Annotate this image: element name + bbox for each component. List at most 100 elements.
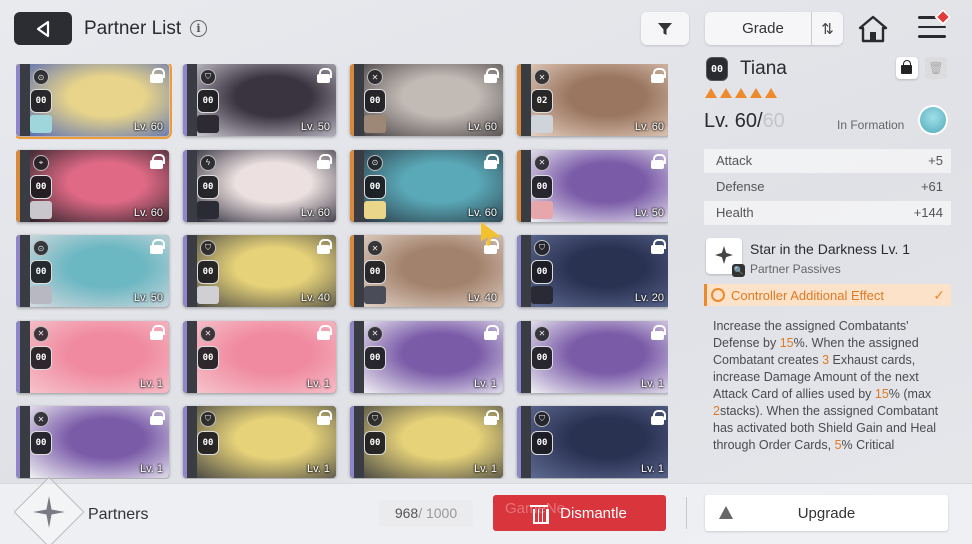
stat-health: Health +144 xyxy=(704,201,951,225)
lock-icon[interactable] xyxy=(150,153,165,169)
grade-stripe xyxy=(350,64,354,136)
combatant-chip xyxy=(364,200,386,219)
dismantle-button[interactable]: Dismantle xyxy=(493,495,666,531)
partner-card[interactable]: ⛉ 00 Lv. 50 xyxy=(183,64,336,136)
star-icon xyxy=(765,88,777,98)
partner-card[interactable]: ⛉ 00 Lv. 20 xyxy=(517,235,668,308)
partner-level: Lv. 50 xyxy=(300,121,330,133)
lock-icon[interactable] xyxy=(896,57,918,79)
partner-card[interactable]: ✕ 00 Lv. 60 xyxy=(350,64,503,136)
lock-icon[interactable] xyxy=(651,410,666,426)
grade-stripe xyxy=(350,149,354,222)
grade-stripe xyxy=(16,406,20,479)
partner-level: Lv. 1 xyxy=(640,463,664,476)
skill-icon[interactable]: 🔍 xyxy=(706,238,745,277)
formation-avatar[interactable] xyxy=(918,105,948,135)
lock-icon[interactable] xyxy=(150,410,165,426)
partner-card[interactable]: ⛉ 00 Lv. 1 xyxy=(517,406,668,479)
partner-card[interactable]: ✕ 00 Lv. 1 xyxy=(517,320,668,393)
combatant-chip xyxy=(531,286,553,305)
partner-card[interactable]: ✕ 00 Lv. 40 xyxy=(350,235,503,308)
partner-badge: 00 xyxy=(364,345,386,370)
partner-badge: 00 xyxy=(531,260,553,285)
combatant-chip xyxy=(197,115,219,133)
combatant-chip xyxy=(364,115,386,133)
grade-label: Grade xyxy=(742,20,784,37)
partner-card[interactable]: ✕ 00 Lv. 50 xyxy=(517,149,668,222)
divider xyxy=(686,497,687,529)
lock-icon[interactable] xyxy=(317,153,332,169)
partner-level: Lv. 1 xyxy=(139,377,163,390)
highlight-value: 5 xyxy=(834,438,842,452)
info-icon[interactable]: i xyxy=(190,20,207,37)
star-icon xyxy=(735,88,747,98)
partner-badge: 00 xyxy=(364,174,386,199)
partner-badge: 00 xyxy=(531,174,553,199)
lock-icon[interactable] xyxy=(484,153,499,169)
support-role-icon: ⊙ xyxy=(33,69,49,85)
lock-icon[interactable] xyxy=(317,324,332,340)
partner-card[interactable]: ⌖ 00 Lv. 60 xyxy=(16,149,169,222)
home-icon[interactable] xyxy=(858,14,888,44)
partner-badge: 00 xyxy=(30,89,52,113)
grade-stripe xyxy=(350,320,354,393)
grade-stripe xyxy=(183,406,187,479)
partner-card[interactable]: ⊙ 00 Lv. 60 xyxy=(16,64,172,139)
combatant-chip xyxy=(531,200,553,219)
lock-icon[interactable] xyxy=(150,68,165,83)
partner-card[interactable]: ⊙ 00 Lv. 60 xyxy=(350,149,503,222)
filter-button[interactable] xyxy=(641,12,689,45)
grade-stripe xyxy=(517,235,521,308)
partner-level: Lv. 60 xyxy=(634,121,664,133)
combatant-chip xyxy=(30,115,52,133)
partner-card[interactable]: ✕ 00 Lv. 1 xyxy=(183,320,336,393)
partner-card[interactable]: ⛉ 00 Lv. 1 xyxy=(350,406,503,479)
lock-icon[interactable] xyxy=(150,324,165,340)
rarity-stars xyxy=(705,88,777,98)
partner-card[interactable]: ✕ 00 Lv. 1 xyxy=(350,320,503,393)
grade-stripe xyxy=(350,406,354,479)
lock-icon[interactable] xyxy=(651,153,666,169)
lock-icon[interactable] xyxy=(651,239,666,255)
lock-icon[interactable] xyxy=(484,68,499,83)
controller-effect-toggle[interactable]: Controller Additional Effect ✓ xyxy=(704,284,951,306)
grade-stripe xyxy=(183,64,187,136)
lock-icon[interactable] xyxy=(317,239,332,255)
upgrade-button[interactable]: Upgrade xyxy=(705,495,948,531)
lock-icon[interactable] xyxy=(484,324,499,340)
partner-level: Lv. 60 xyxy=(300,206,330,219)
back-button[interactable] xyxy=(14,12,72,45)
grade-stripe xyxy=(183,320,187,393)
lock-icon[interactable] xyxy=(651,68,666,83)
in-formation-label: In Formation xyxy=(837,118,905,132)
combatant-chip xyxy=(30,200,52,219)
partner-level: Lv. 1 xyxy=(473,377,497,390)
partner-badge: 00 xyxy=(30,260,52,285)
lock-icon[interactable] xyxy=(651,324,666,340)
sort-order-icon[interactable]: ⇅ xyxy=(811,12,843,45)
skill-type: Partner Passives xyxy=(750,262,841,276)
partner-card[interactable]: ✕ 00 Lv. 1 xyxy=(16,320,169,393)
partner-badge: 00 xyxy=(197,174,219,199)
grade-sort-button[interactable]: Grade ⇅ xyxy=(705,12,843,45)
lock-icon[interactable] xyxy=(317,68,332,83)
trash-icon[interactable]: 🗑 xyxy=(925,57,947,79)
partner-card[interactable]: ⛉ 00 Lv. 1 xyxy=(183,406,336,479)
partner-level: Lv. 60 xyxy=(467,121,497,133)
grade-stripe xyxy=(16,149,20,222)
partner-card[interactable]: ϟ 00 Lv. 60 xyxy=(183,149,336,222)
partners-label: Partners xyxy=(88,506,149,523)
partner-card[interactable]: ⛉ 00 Lv. 40 xyxy=(183,235,336,308)
attacker-role-icon: ✕ xyxy=(200,325,216,342)
lock-icon[interactable] xyxy=(150,239,165,255)
partner-detail-panel: 00 Tiana 🗑 Lv. 60/60 In Formation Attack… xyxy=(692,52,960,480)
partner-card[interactable]: ⊙ 00 Lv. 50 xyxy=(16,235,169,308)
lock-icon[interactable] xyxy=(317,410,332,426)
defender-role-icon: ⛉ xyxy=(200,69,216,85)
partner-level: Lv. 1 xyxy=(306,377,330,390)
grade-stripe xyxy=(517,149,521,222)
partner-card[interactable]: ✕ 02 Lv. 60 xyxy=(517,64,668,136)
lock-icon[interactable] xyxy=(484,410,499,426)
partner-card[interactable]: ✕ 00 Lv. 1 xyxy=(16,406,169,479)
combatant-chip xyxy=(197,200,219,219)
